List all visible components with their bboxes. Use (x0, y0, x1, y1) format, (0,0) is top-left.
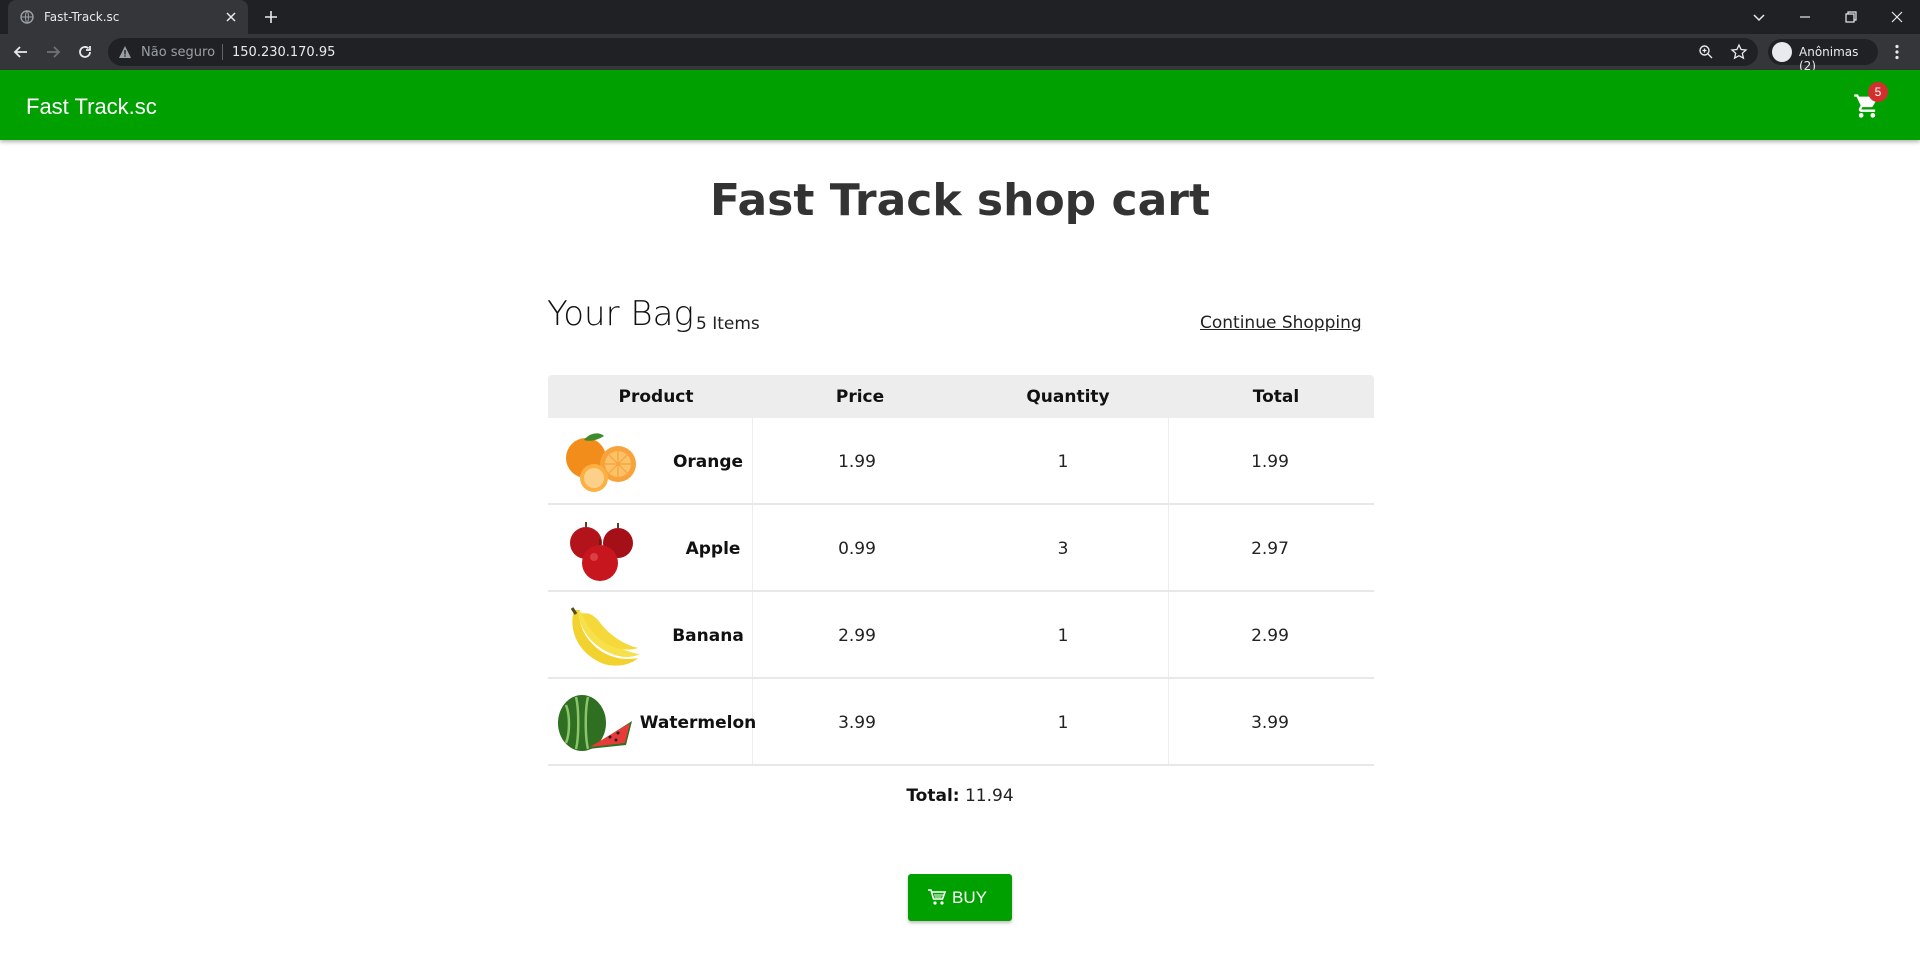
minimize-icon[interactable] (1794, 6, 1816, 28)
column-divider (1168, 418, 1169, 503)
column-header-quantity: Quantity (1026, 387, 1110, 407)
incognito-avatar-icon (1772, 42, 1792, 62)
omnibox-divider (222, 44, 223, 60)
product-name: Banana (672, 626, 744, 646)
bag-item-count: 5 Items (696, 314, 760, 334)
close-icon[interactable] (222, 8, 240, 26)
profile-button[interactable]: Anônimas (2) (1768, 39, 1878, 73)
product-price: 3.99 (838, 713, 876, 733)
address-bar[interactable]: Não seguro 150.230.170.95 (108, 38, 1758, 66)
browser-toolbar: Não seguro 150.230.170.95 Anônimas (2) (0, 34, 1920, 73)
product-price: 0.99 (838, 539, 876, 559)
more-menu-icon[interactable] (1888, 43, 1906, 61)
product-total: 2.99 (1251, 626, 1289, 646)
globe-icon (20, 10, 34, 24)
table-row: Apple 0.99 3 2.97 (548, 505, 1374, 592)
restore-icon[interactable] (1840, 6, 1862, 28)
column-divider (1168, 505, 1169, 590)
product-name: Apple (685, 539, 741, 559)
product-price: 2.99 (838, 626, 876, 646)
product-total: 1.99 (1251, 452, 1289, 472)
column-divider (1168, 592, 1169, 677)
cart-total: Total: 11.94 (0, 786, 1920, 806)
cart-outline-icon (928, 889, 947, 905)
cart-count-badge: 5 (1868, 82, 1888, 102)
close-window-icon[interactable] (1886, 6, 1908, 28)
total-value: 11.94 (964, 786, 1014, 806)
table-header: Product Price Quantity Total (548, 375, 1374, 418)
column-divider (1168, 679, 1169, 764)
banana-image (570, 607, 640, 666)
new-tab-icon[interactable] (262, 8, 280, 26)
reload-icon[interactable] (75, 42, 95, 62)
table-row: Banana 2.99 1 2.99 (548, 592, 1374, 679)
total-label: Total: (906, 786, 960, 806)
warning-icon[interactable] (118, 45, 132, 59)
watermelon-image (558, 695, 632, 751)
product-quantity: 1 (1057, 713, 1069, 733)
table-row: Orange 1.99 1 1.99 (548, 418, 1374, 505)
url-text[interactable]: 150.230.170.95 (232, 45, 335, 60)
bookmark-star-icon[interactable] (1730, 43, 1748, 61)
product-quantity: 1 (1057, 452, 1069, 472)
product-price: 1.99 (838, 452, 876, 472)
back-arrow-icon[interactable] (11, 42, 31, 62)
product-quantity: 3 (1057, 539, 1069, 559)
table-row: Watermelon 3.99 1 3.99 (548, 679, 1374, 766)
browser-tabstrip: Fast-Track.sc (0, 0, 1920, 34)
column-header-price: Price (835, 387, 885, 407)
column-divider (752, 505, 753, 590)
buy-button[interactable]: BUY (908, 874, 1012, 921)
column-divider (752, 418, 753, 503)
tab-title: Fast-Track.sc (44, 10, 120, 24)
brand-title[interactable]: Fast Track.sc (26, 94, 157, 120)
tab-search-icon[interactable] (1748, 6, 1770, 28)
continue-shopping-link[interactable]: Continue Shopping (1200, 313, 1362, 333)
cart-table: Product Price Quantity Total Orange 1.99… (548, 375, 1374, 766)
buy-label: BUY (952, 888, 987, 907)
site-header: Fast Track.sc 5 (0, 70, 1920, 140)
profile-label: Anônimas (2) (1799, 45, 1859, 73)
column-divider (752, 592, 753, 677)
forward-arrow-icon[interactable] (43, 42, 63, 62)
column-header-product: Product (618, 387, 694, 407)
product-total: 2.97 (1251, 539, 1289, 559)
security-status[interactable]: Não seguro (141, 45, 215, 60)
apple-image (570, 522, 633, 581)
orange-image (566, 433, 636, 492)
product-total: 3.99 (1251, 713, 1289, 733)
page-title: Fast Track shop cart (709, 175, 1210, 226)
bag-heading: Your Bag (547, 294, 694, 334)
column-header-total: Total (1252, 387, 1300, 407)
product-name: Orange (672, 452, 744, 472)
product-name: Watermelon (639, 713, 757, 733)
browser-tab[interactable]: Fast-Track.sc (8, 0, 248, 34)
product-quantity: 1 (1057, 626, 1069, 646)
zoom-icon[interactable] (1698, 44, 1714, 60)
